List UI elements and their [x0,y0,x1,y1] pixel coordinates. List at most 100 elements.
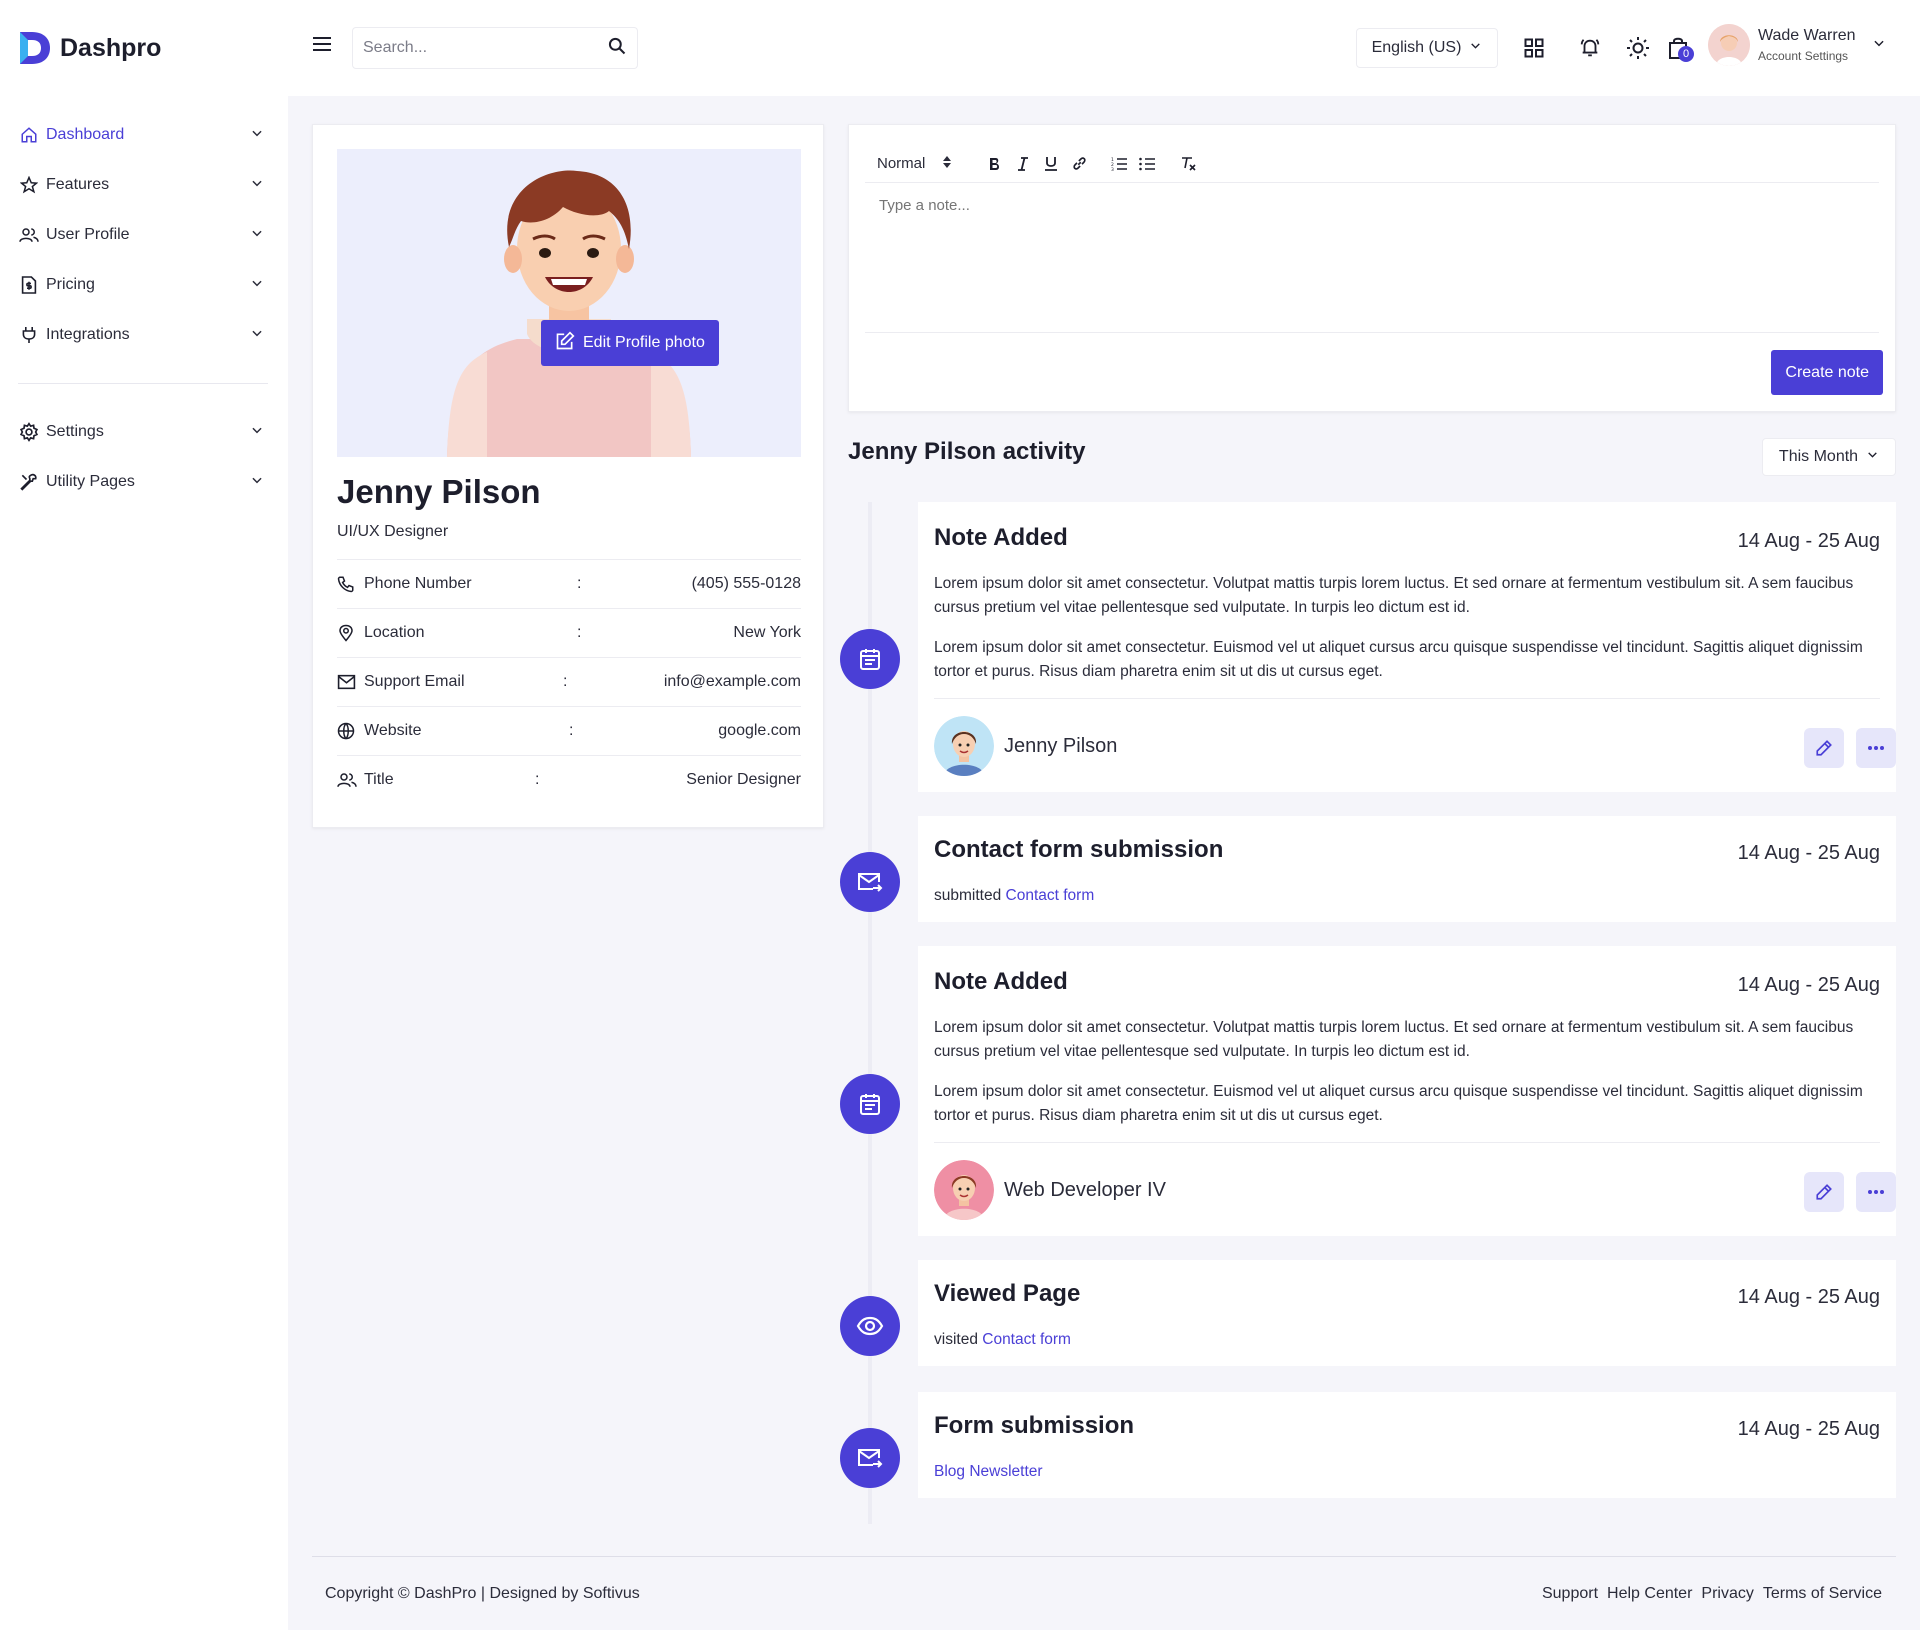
shopping-bag-icon[interactable]: 0 [1664,34,1694,62]
detail-label: Support Email [364,673,465,690]
sidebar-item-pricing[interactable]: Pricing [0,260,288,310]
mail-icon [337,674,359,690]
pencil-icon[interactable] [1804,1172,1844,1212]
detail-colon: : [577,575,582,592]
activity-text: visited Contact form [934,1328,1874,1352]
italic-icon[interactable] [1013,152,1033,176]
sidebar-item-label: User Profile [46,226,130,243]
period-label: This Month [1778,448,1859,465]
bell-icon[interactable] [1576,34,1604,62]
mail-send-icon [840,852,900,912]
edit-profile-photo-button[interactable]: Edit Profile photo [541,320,719,366]
activity-text: Lorem ipsum dolor sit amet consectetur. … [934,639,1863,680]
detail-value: info@example.com [663,673,801,690]
period-filter-select[interactable]: This Month [1762,438,1896,476]
detail-value: Senior Designer [686,771,801,788]
activity-text: Lorem ipsum dolor sit amet consectetur. … [934,1019,1854,1060]
detail-row-phone: Phone Number : (405) 555-0128 [337,559,801,608]
chevron-down-icon [250,176,264,195]
detail-colon: : [535,771,540,788]
search-box [352,27,638,69]
activity-title: Viewed Page [934,1280,1081,1307]
svg-text:3: 3 [1111,167,1114,171]
profile-name: Jenny Pilson [337,473,541,510]
sidebar-item-user-profile[interactable]: User Profile [0,210,288,260]
sidebar-item-utility-pages[interactable]: Utility Pages [0,457,288,507]
create-note-button[interactable]: Create note [1771,350,1883,395]
sidebar-item-dashboard[interactable]: Dashboard [0,110,288,160]
sidebar-item-label: Features [46,176,110,193]
search-icon[interactable] [607,36,627,61]
calendar-icon [840,1074,900,1134]
activity-date: 14 Aug - 25 Aug [1737,1418,1880,1440]
activity-user: Jenny Pilson [934,716,1117,776]
sidebar-item-label: Utility Pages [46,473,135,490]
profile-role: UI/UX Designer [337,523,449,540]
note-editor: Normal 123 Create note [848,124,1896,412]
invoice-icon [18,274,40,296]
activity-text: Lorem ipsum dolor sit amet consectetur. … [934,575,1854,616]
home-icon [18,124,40,146]
pencil-icon[interactable] [1804,728,1844,768]
sidebar-item-label: Pricing [46,276,95,293]
footer-link-terms[interactable]: Terms of Service [1763,1585,1882,1603]
plug-icon [18,324,40,346]
top-header: English (US) 0 Wade Warren Account Setti… [288,0,1920,96]
detail-value: google.com [718,722,801,739]
detail-row-email: Support Email : info@example.com [337,657,801,706]
language-select[interactable]: English (US) [1356,28,1498,68]
edit-photo-label: Edit Profile photo [583,334,705,351]
sidebar-nav: Dashboard Features User Profile Pricing … [0,110,288,507]
activity-date: 14 Aug - 25 Aug [1737,842,1880,864]
format-select[interactable]: Normal [877,152,963,176]
bold-icon[interactable] [985,152,1005,176]
sun-icon[interactable] [1624,34,1652,62]
language-label: English (US) [1371,39,1462,56]
footer-link-privacy[interactable]: Privacy [1701,1585,1753,1603]
activity-card: Note Added 14 Aug - 25 Aug Lorem ipsum d… [918,946,1896,1236]
note-textarea[interactable] [879,197,1859,317]
footer-link-help-center[interactable]: Help Center [1607,1585,1692,1603]
sidebar-item-label: Dashboard [46,126,125,143]
ordered-list-icon[interactable]: 123 [1109,152,1129,176]
hamburger-menu-icon[interactable] [312,36,332,57]
chevron-down-icon [250,326,264,345]
profile-details: Phone Number : (405) 555-0128 Location :… [337,559,801,804]
detail-colon: : [577,624,582,641]
search-input[interactable] [363,39,607,57]
chevron-down-icon [250,226,264,245]
activity-user-name: Web Developer IV [1004,1178,1166,1201]
profile-card: Edit Profile photo Jenny Pilson UI/UX De… [312,124,824,828]
more-options-icon[interactable] [1856,728,1896,768]
avatar [934,716,994,776]
format-label: Normal [877,155,926,172]
footer-link-support[interactable]: Support [1542,1585,1598,1603]
activity-date: 14 Aug - 25 Aug [1737,1286,1880,1308]
link-icon[interactable] [1069,152,1089,176]
blog-newsletter-link[interactable]: Blog Newsletter [934,1463,1043,1480]
chevron-down-icon [1469,39,1482,57]
more-options-icon[interactable] [1856,1172,1896,1212]
phone-icon [337,575,359,593]
sidebar-item-settings[interactable]: Settings [0,407,288,457]
activity-card: Form submission 14 Aug - 25 Aug Blog New… [918,1392,1896,1498]
star-icon [18,174,40,196]
detail-label: Title [364,771,394,788]
user-menu[interactable]: Wade Warren Account Settings [1708,24,1886,66]
detail-value: (405) 555-0128 [691,575,801,592]
apps-grid-icon[interactable] [1520,34,1548,62]
contact-form-link[interactable]: Contact form [982,1331,1071,1348]
gear-icon [18,421,40,443]
chevron-down-icon [250,473,264,492]
activity-card: Viewed Page 14 Aug - 25 Aug visited Cont… [918,1260,1896,1366]
underline-icon[interactable] [1041,152,1061,176]
brand-logo[interactable]: Dashpro [18,30,161,66]
sidebar-item-label: Integrations [46,326,130,343]
sidebar-item-features[interactable]: Features [0,160,288,210]
detail-row-title: Title : Senior Designer [337,755,801,804]
sidebar-item-integrations[interactable]: Integrations [0,310,288,360]
contact-form-link[interactable]: Contact form [1006,887,1095,904]
activity-date: 14 Aug - 25 Aug [1737,530,1880,552]
clear-format-icon[interactable] [1179,152,1199,176]
bullet-list-icon[interactable] [1137,152,1157,176]
